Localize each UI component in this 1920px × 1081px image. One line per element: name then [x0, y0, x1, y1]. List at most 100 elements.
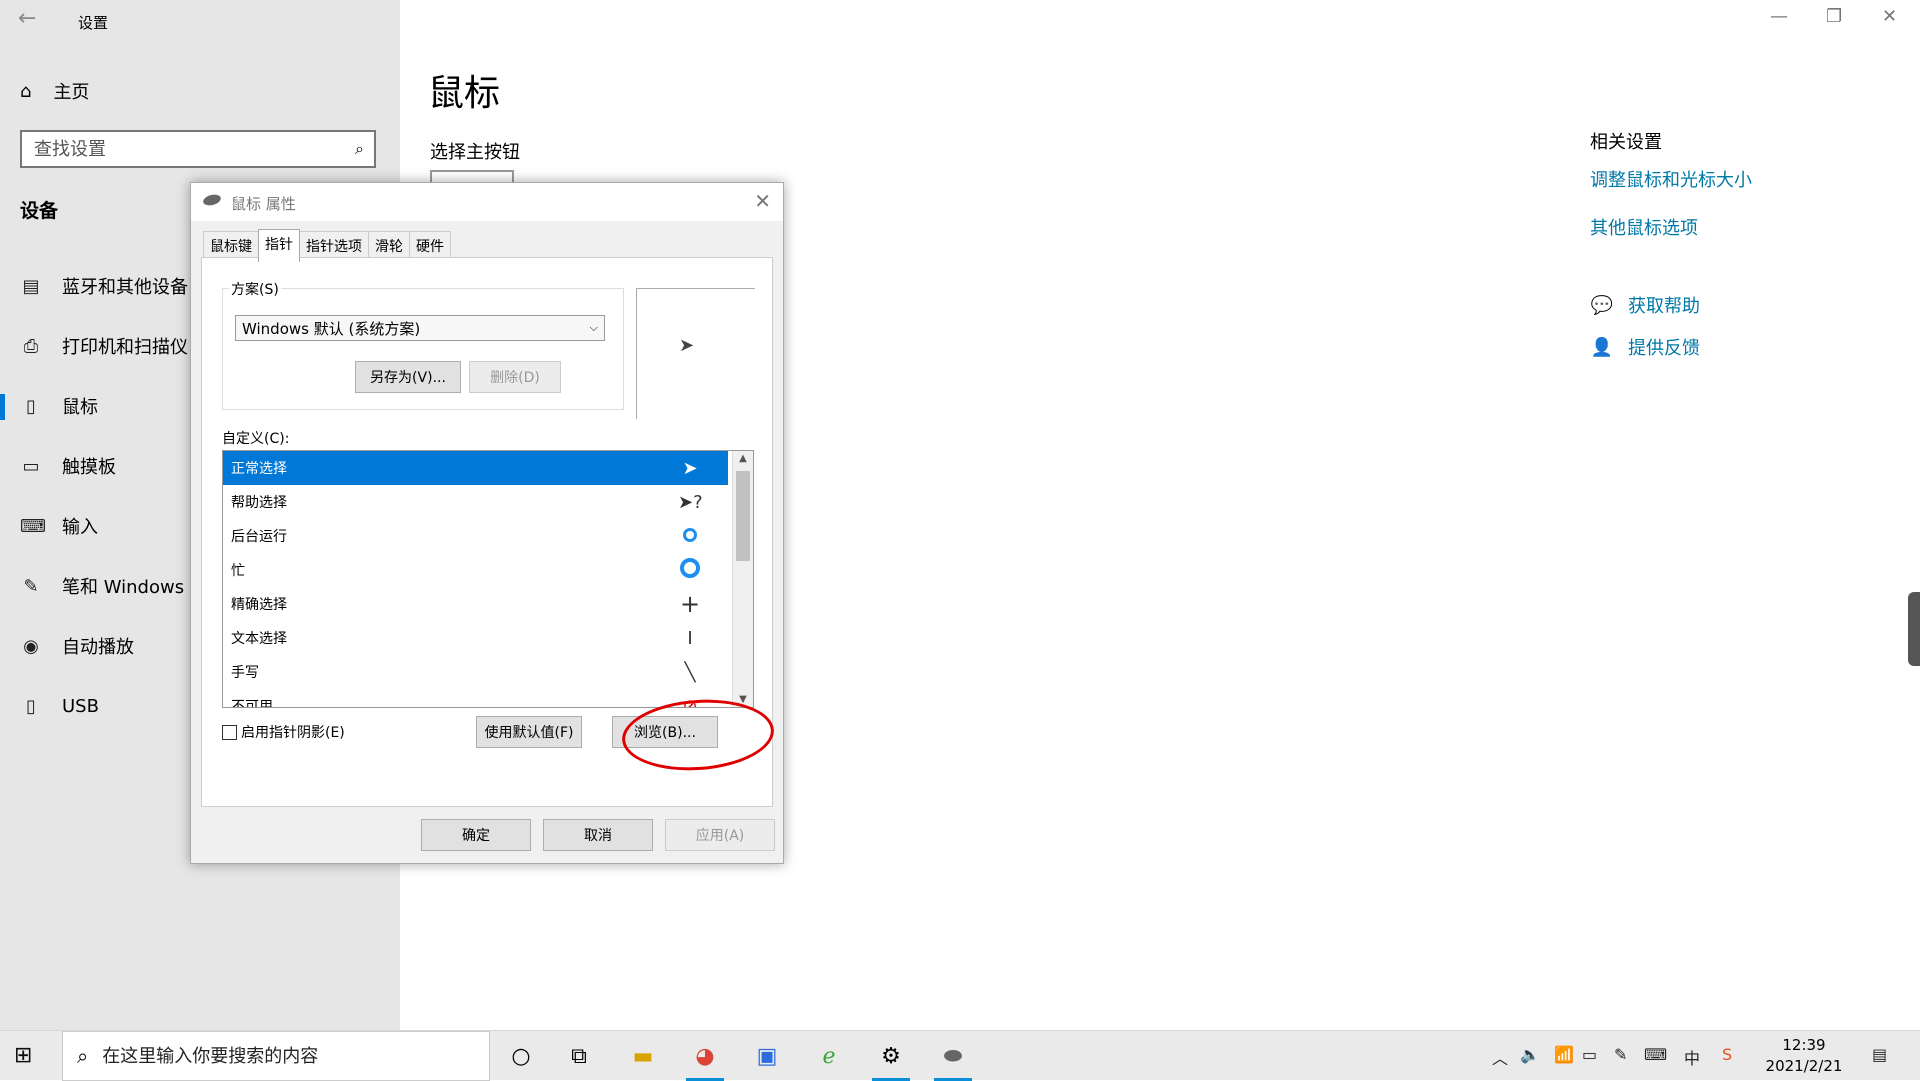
- checkbox-box[interactable]: [222, 724, 237, 740]
- scheme-label: 方案(S): [229, 279, 281, 299]
- apply-button[interactable]: 应用(A): [665, 819, 775, 851]
- arrow-cursor-icon: ➤: [682, 457, 698, 479]
- list-scrollbar[interactable]: ▲ ▼: [732, 451, 753, 707]
- sidebar-item-label: USB: [62, 695, 99, 717]
- notification-icon[interactable]: ▤: [1872, 1045, 1887, 1064]
- printer-icon: ⎙: [23, 335, 39, 357]
- home-label: 主页: [53, 82, 90, 103]
- chevron-down-icon: ⌵: [589, 321, 598, 334]
- sogou-ime-icon[interactable]: S: [1722, 1045, 1732, 1064]
- sidebar-item-home[interactable]: ⌂ 主页: [20, 78, 89, 104]
- chrome-icon[interactable]: ◕: [680, 1031, 730, 1081]
- list-item[interactable]: 忙: [223, 553, 728, 587]
- usb-icon: ▯: [26, 695, 36, 717]
- section-title: 设备: [20, 200, 59, 222]
- scroll-up-icon[interactable]: ▲: [733, 453, 753, 464]
- cursor-list[interactable]: 正常选择 ➤ 帮助选择 ➤? 后台运行 忙 精确选择 + 文本选择 I 手写 ╲…: [222, 450, 754, 708]
- scroll-thumb[interactable]: [736, 471, 750, 561]
- home-icon: ⌂: [20, 80, 32, 102]
- use-default-button[interactable]: 使用默认值(F): [476, 716, 582, 748]
- battery-icon[interactable]: ▭: [1582, 1045, 1597, 1064]
- sidebar-item-label: 蓝牙和其他设备: [62, 277, 188, 298]
- cursor-label: 帮助选择: [231, 495, 287, 511]
- pointer-shadow-label: 启用指针阴影(E): [241, 725, 345, 741]
- cursor-label: 手写: [231, 665, 259, 681]
- delete-button[interactable]: 删除(D): [469, 361, 561, 393]
- ok-button[interactable]: 确定: [421, 819, 531, 851]
- restore-icon[interactable]: ❐: [1826, 6, 1842, 27]
- ime-indicator[interactable]: 中: [1684, 1045, 1700, 1069]
- mouse-logo-icon: [202, 192, 222, 208]
- clock-time: 12:39: [1782, 1036, 1826, 1054]
- page-title: 鼠标: [428, 73, 501, 114]
- touch-keyboard-icon[interactable]: ⌨: [1644, 1045, 1667, 1064]
- sidebar-item-label: 输入: [62, 517, 98, 538]
- close-icon[interactable]: ✕: [1882, 6, 1897, 27]
- search-icon: ⌕: [77, 1044, 89, 1068]
- pen-cursor-icon: ╲: [684, 661, 696, 683]
- cursor-label: 不可用: [231, 699, 273, 708]
- cortana-icon[interactable]: ○: [496, 1031, 546, 1081]
- settings-search[interactable]: ⌕: [20, 130, 376, 168]
- list-item[interactable]: 手写 ╲: [223, 655, 728, 689]
- link-other-mouse-options[interactable]: 其他鼠标选项: [1590, 214, 1752, 240]
- list-item[interactable]: 文本选择 I: [223, 621, 728, 655]
- dialog-title: 鼠标 属性: [231, 195, 296, 213]
- tab-pointer-options[interactable]: 指针选项: [299, 231, 369, 260]
- file-explorer-icon[interactable]: ▬: [618, 1031, 668, 1081]
- link-cursor-size[interactable]: 调整鼠标和光标大小: [1590, 166, 1752, 192]
- cancel-button[interactable]: 取消: [543, 819, 653, 851]
- minimize-icon[interactable]: —: [1770, 6, 1788, 27]
- back-arrow-icon[interactable]: ←: [18, 6, 36, 31]
- chevron-up-icon[interactable]: ︿: [1492, 1045, 1508, 1069]
- cursor-label: 文本选择: [231, 631, 287, 647]
- wps-icon[interactable]: ▣: [742, 1031, 792, 1081]
- edge-widget[interactable]: [1908, 592, 1920, 666]
- list-item[interactable]: 不可用 ⊘: [223, 689, 728, 708]
- cursor-preview: ➤: [636, 288, 755, 419]
- help-section: 💬 获取帮助 👤 提供反馈: [1590, 292, 1700, 376]
- sidebar-item-label: 打印机和扫描仪: [62, 337, 188, 358]
- cursor-label: 后台运行: [231, 529, 287, 545]
- list-item[interactable]: 正常选择 ➤: [223, 451, 728, 485]
- pointer-shadow-checkbox[interactable]: 启用指针阴影(E): [222, 722, 345, 742]
- settings-search-input[interactable]: [32, 137, 336, 161]
- bluetooth-devices-icon: ▤: [22, 275, 40, 297]
- taskbar-clock[interactable]: 12:39 2021/2/21: [1764, 1035, 1844, 1077]
- edge-icon[interactable]: ℯ: [804, 1031, 854, 1081]
- get-help-label: 获取帮助: [1628, 296, 1700, 317]
- volume-icon[interactable]: 🔈: [1520, 1045, 1540, 1064]
- feedback-link[interactable]: 👤 提供反馈: [1590, 334, 1700, 360]
- tab-hardware[interactable]: 硬件: [409, 231, 451, 260]
- pen-icon: ✎: [23, 575, 39, 597]
- get-help-link[interactable]: 💬 获取帮助: [1590, 292, 1700, 318]
- list-item[interactable]: 后台运行: [223, 519, 728, 553]
- dialog-close-icon[interactable]: ✕: [754, 189, 771, 213]
- pen-workspace-icon[interactable]: ✎: [1614, 1045, 1627, 1064]
- taskbar-search-input[interactable]: [100, 1044, 465, 1068]
- tab-buttons[interactable]: 鼠标键: [203, 231, 259, 260]
- list-item[interactable]: 帮助选择 ➤?: [223, 485, 728, 519]
- tab-wheel[interactable]: 滑轮: [368, 231, 410, 260]
- touchpad-icon: ▭: [22, 455, 40, 477]
- settings-icon[interactable]: ⚙: [866, 1031, 916, 1081]
- related-settings: 相关设置 调整鼠标和光标大小 其他鼠标选项: [1590, 128, 1752, 240]
- scheme-group: 方案(S) Windows 默认 (系统方案) ⌵ 另存为(V)... 删除(D…: [222, 279, 624, 410]
- customize-label: 自定义(C):: [222, 431, 290, 447]
- mouse-icon: ▯: [26, 395, 36, 417]
- save-as-button[interactable]: 另存为(V)...: [355, 361, 461, 393]
- tab-pointers[interactable]: 指针: [258, 229, 300, 262]
- search-icon[interactable]: ⌕: [355, 139, 364, 159]
- task-view-icon[interactable]: ⧉: [554, 1031, 604, 1081]
- taskbar-search[interactable]: ⌕: [62, 1031, 490, 1081]
- network-icon[interactable]: 📶: [1554, 1045, 1574, 1064]
- scheme-select[interactable]: Windows 默认 (系统方案) ⌵: [235, 315, 605, 341]
- taskbar: ⊞ ⌕ ○ ⧉ ▬ ◕ ▣ ℯ ⚙ ⬬ ︿ 🔈 📶 ▭ ✎ ⌨ 中 S 12:3…: [0, 1030, 1920, 1081]
- keyboard-icon: ⌨: [20, 515, 46, 537]
- dialog-titlebar[interactable]: 鼠标 属性 ✕: [191, 183, 783, 221]
- mouse-app-icon[interactable]: ⬬: [928, 1031, 978, 1081]
- autoplay-icon: ◉: [23, 635, 39, 657]
- crosshair-cursor-icon: +: [679, 590, 701, 618]
- windows-start-icon[interactable]: ⊞: [14, 1043, 32, 1068]
- list-item[interactable]: 精确选择 +: [223, 587, 728, 621]
